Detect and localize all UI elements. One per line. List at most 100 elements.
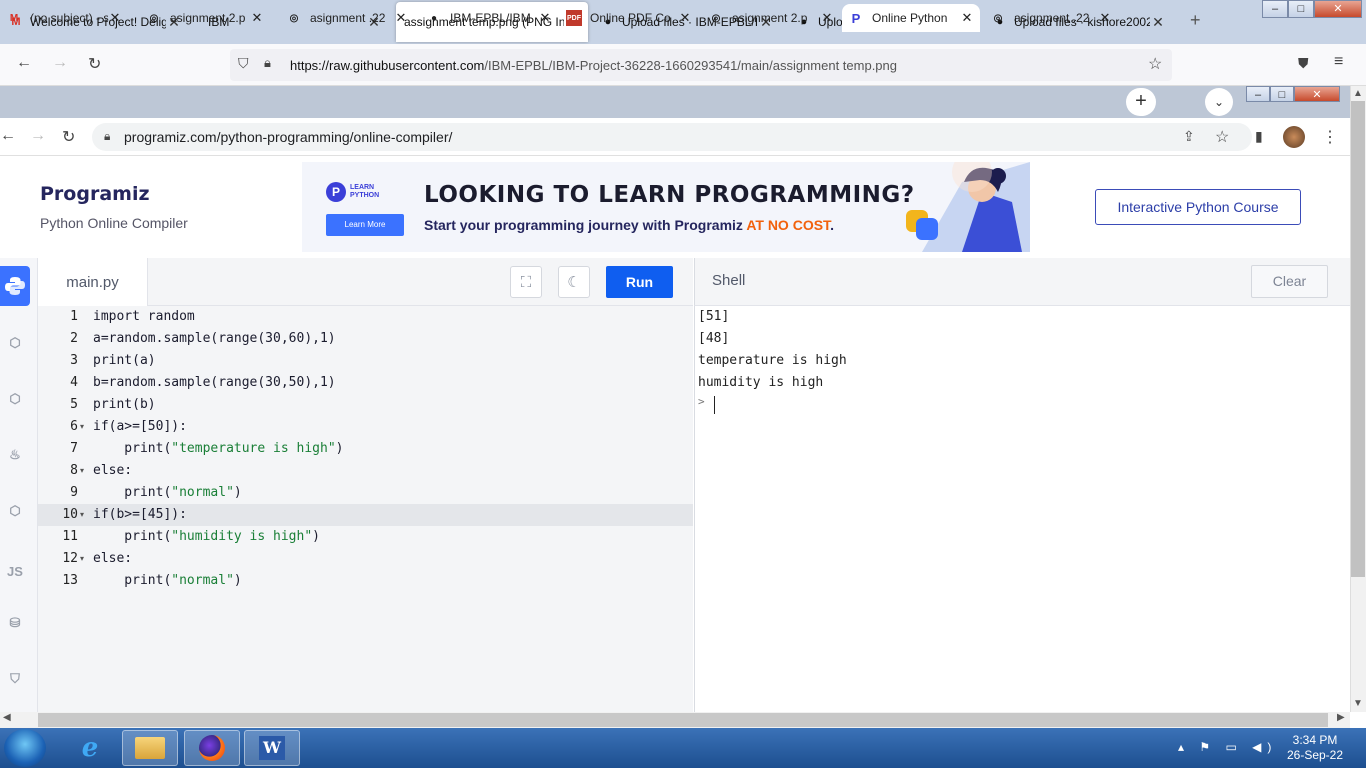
chrome-tab[interactable]: M (no subject) - s ✕ xyxy=(0,4,128,32)
code-line[interactable]: print("temperature is high") xyxy=(93,438,343,460)
reload-icon[interactable]: ↻ xyxy=(88,54,101,74)
bookmark-star-icon[interactable]: ☆ xyxy=(1215,127,1229,147)
close-icon[interactable]: ✕ xyxy=(960,10,974,26)
code-line[interactable]: import random xyxy=(93,306,195,328)
code-line[interactable]: else: xyxy=(93,548,132,570)
close-icon[interactable]: ✕ xyxy=(250,10,264,26)
lock-icon[interactable]: 🔒︎ xyxy=(264,55,271,71)
minimize-button[interactable]: – xyxy=(1262,0,1288,18)
line-number: 11 xyxy=(62,529,78,544)
database-icon[interactable]: ⛁ xyxy=(0,603,30,643)
pocket-icon[interactable]: ⛊ xyxy=(1298,55,1309,72)
learn-more-button[interactable]: Learn More xyxy=(326,214,404,236)
chrome-url-bar[interactable]: programiz.com/python-programming/online-… xyxy=(92,123,1252,151)
maximize-button[interactable]: □ xyxy=(1288,0,1314,18)
avatar[interactable] xyxy=(1283,126,1305,148)
forward-icon[interactable]: → xyxy=(30,127,46,145)
fold-toggle-icon[interactable]: ▾ xyxy=(80,460,84,482)
forward-icon[interactable]: → xyxy=(52,54,68,72)
code-line[interactable]: print("normal") xyxy=(93,482,241,504)
chrome-tab[interactable]: ◎ asignment .22 ✕ xyxy=(280,4,414,32)
new-tab-icon[interactable]: + xyxy=(1126,88,1156,116)
code-line[interactable]: b=random.sample(range(30,50),1) xyxy=(93,372,336,394)
firefox-url-bar[interactable]: https://raw.githubusercontent.com/IBM-EP… xyxy=(230,49,1172,81)
ad-banner[interactable]: P LEARN PYTHON Learn More LOOKING TO LEAR… xyxy=(302,162,1030,252)
minimize-button[interactable]: – xyxy=(1246,86,1270,102)
horizontal-scrollbar-thumb[interactable] xyxy=(38,713,1328,727)
close-icon[interactable]: ✕ xyxy=(678,10,692,26)
file-explorer-icon[interactable] xyxy=(122,730,178,766)
maximize-button[interactable]: □ xyxy=(1270,86,1294,102)
side-panel-icon[interactable]: ▮ xyxy=(1255,128,1263,145)
interactive-python-course-button[interactable]: Interactive Python Course xyxy=(1095,189,1301,225)
close-icon[interactable]: ✕ xyxy=(108,10,122,26)
fullscreen-icon[interactable]: ⛶ xyxy=(510,266,542,298)
file-tab-main-py[interactable]: main.py xyxy=(38,258,148,306)
code-line[interactable]: if(b>=[45]): xyxy=(93,504,187,526)
chrome-tab[interactable]: ● IBM-EPBL/IBM ✕ xyxy=(420,4,558,32)
fold-toggle-icon[interactable]: ▾ xyxy=(80,548,84,570)
vertical-scrollbar-thumb[interactable] xyxy=(1351,101,1365,577)
csharp-icon[interactable]: ⬡ xyxy=(0,491,30,531)
reload-icon[interactable]: ↻ xyxy=(62,127,75,147)
close-window-button[interactable]: ✕ xyxy=(1314,0,1362,18)
shell-output-line: humidity is high xyxy=(698,375,824,390)
close-icon[interactable]: ✕ xyxy=(820,10,834,26)
clock[interactable]: 3:34 PM 26-Sep-22 xyxy=(1280,733,1350,763)
code-line[interactable]: print("humidity is high") xyxy=(93,526,320,548)
close-icon[interactable]: ✕ xyxy=(1150,14,1166,31)
chrome-tab[interactable]: ◎ asignment .22 ✕ xyxy=(984,4,1118,32)
line-number: 6 xyxy=(70,419,78,434)
scroll-down-icon[interactable]: ▼ xyxy=(1353,698,1363,709)
back-icon[interactable]: ← xyxy=(16,54,32,72)
new-tab-icon[interactable]: + xyxy=(1190,10,1201,31)
chrome-tab[interactable]: ◎ asignment 2.p ✕ xyxy=(702,4,840,32)
start-button[interactable] xyxy=(4,729,46,767)
lock-icon[interactable]: 🔒︎ xyxy=(104,129,110,144)
clear-button[interactable]: Clear xyxy=(1251,265,1328,298)
share-icon[interactable]: ⇪ xyxy=(1183,128,1195,145)
python-icon[interactable] xyxy=(0,266,30,306)
code-line[interactable]: else: xyxy=(93,460,132,482)
chrome-tab[interactable]: PDF Online PDF Co ✕ xyxy=(560,4,698,32)
shield-icon[interactable]: ⛉ xyxy=(238,55,249,72)
system-tray-icons[interactable]: ▴ ⚑ ▭ ◀) xyxy=(1178,740,1277,754)
shell-prompt: > xyxy=(698,395,705,408)
html5-icon[interactable]: ⛉ xyxy=(0,659,30,699)
run-button[interactable]: Run xyxy=(606,266,673,298)
line-number: 12 xyxy=(62,551,78,566)
code-line[interactable]: print(b) xyxy=(93,394,156,416)
chevron-down-icon[interactable]: ⌄ xyxy=(1205,88,1233,116)
scroll-right-icon[interactable]: ▶ xyxy=(1337,712,1345,723)
firefox-icon[interactable] xyxy=(184,730,240,766)
close-icon[interactable]: ✕ xyxy=(394,10,408,26)
line-number: 7 xyxy=(70,441,78,456)
fold-toggle-icon[interactable]: ▾ xyxy=(80,416,84,438)
chrome-tab[interactable]: ◎ asignment 2.p ✕ xyxy=(140,4,270,32)
javascript-icon[interactable]: JS xyxy=(0,551,30,591)
close-icon[interactable]: ✕ xyxy=(1098,10,1112,26)
back-icon[interactable]: ← xyxy=(0,127,16,145)
code-line[interactable]: print(a) xyxy=(93,350,156,372)
kebab-menu-icon[interactable]: ⋮ xyxy=(1322,127,1338,147)
code-line[interactable]: print("normal") xyxy=(93,570,241,592)
bookmark-star-icon[interactable]: ☆ xyxy=(1148,54,1162,74)
close-window-button[interactable]: ✕ xyxy=(1294,86,1340,102)
close-icon[interactable]: ✕ xyxy=(538,10,552,26)
code-line[interactable]: a=random.sample(range(30,60),1) xyxy=(93,328,336,350)
code-line[interactable]: if(a>=[50]): xyxy=(93,416,187,438)
dark-mode-icon[interactable]: ☾ xyxy=(558,266,590,298)
globe-icon: ◎ xyxy=(149,12,159,24)
c-icon[interactable]: ⬡ xyxy=(0,323,30,363)
word-icon[interactable]: W xyxy=(244,730,300,766)
java-icon[interactable]: ♨ xyxy=(0,435,30,475)
scroll-up-icon[interactable]: ▲ xyxy=(1353,88,1363,99)
url-path: /IBM-EPBL/IBM-Project-36228-1660293541/m… xyxy=(484,57,898,73)
menu-icon[interactable]: ≡ xyxy=(1334,53,1343,71)
chrome-tab-active[interactable]: P Online Python ✕ xyxy=(842,4,980,32)
programiz-logo[interactable]: Programiz xyxy=(40,183,150,205)
scroll-left-icon[interactable]: ◀ xyxy=(3,712,11,723)
cpp-icon[interactable]: ⬡ xyxy=(0,379,30,419)
fold-toggle-icon[interactable]: ▾ xyxy=(80,504,84,526)
internet-explorer-icon[interactable]: e xyxy=(62,730,118,766)
